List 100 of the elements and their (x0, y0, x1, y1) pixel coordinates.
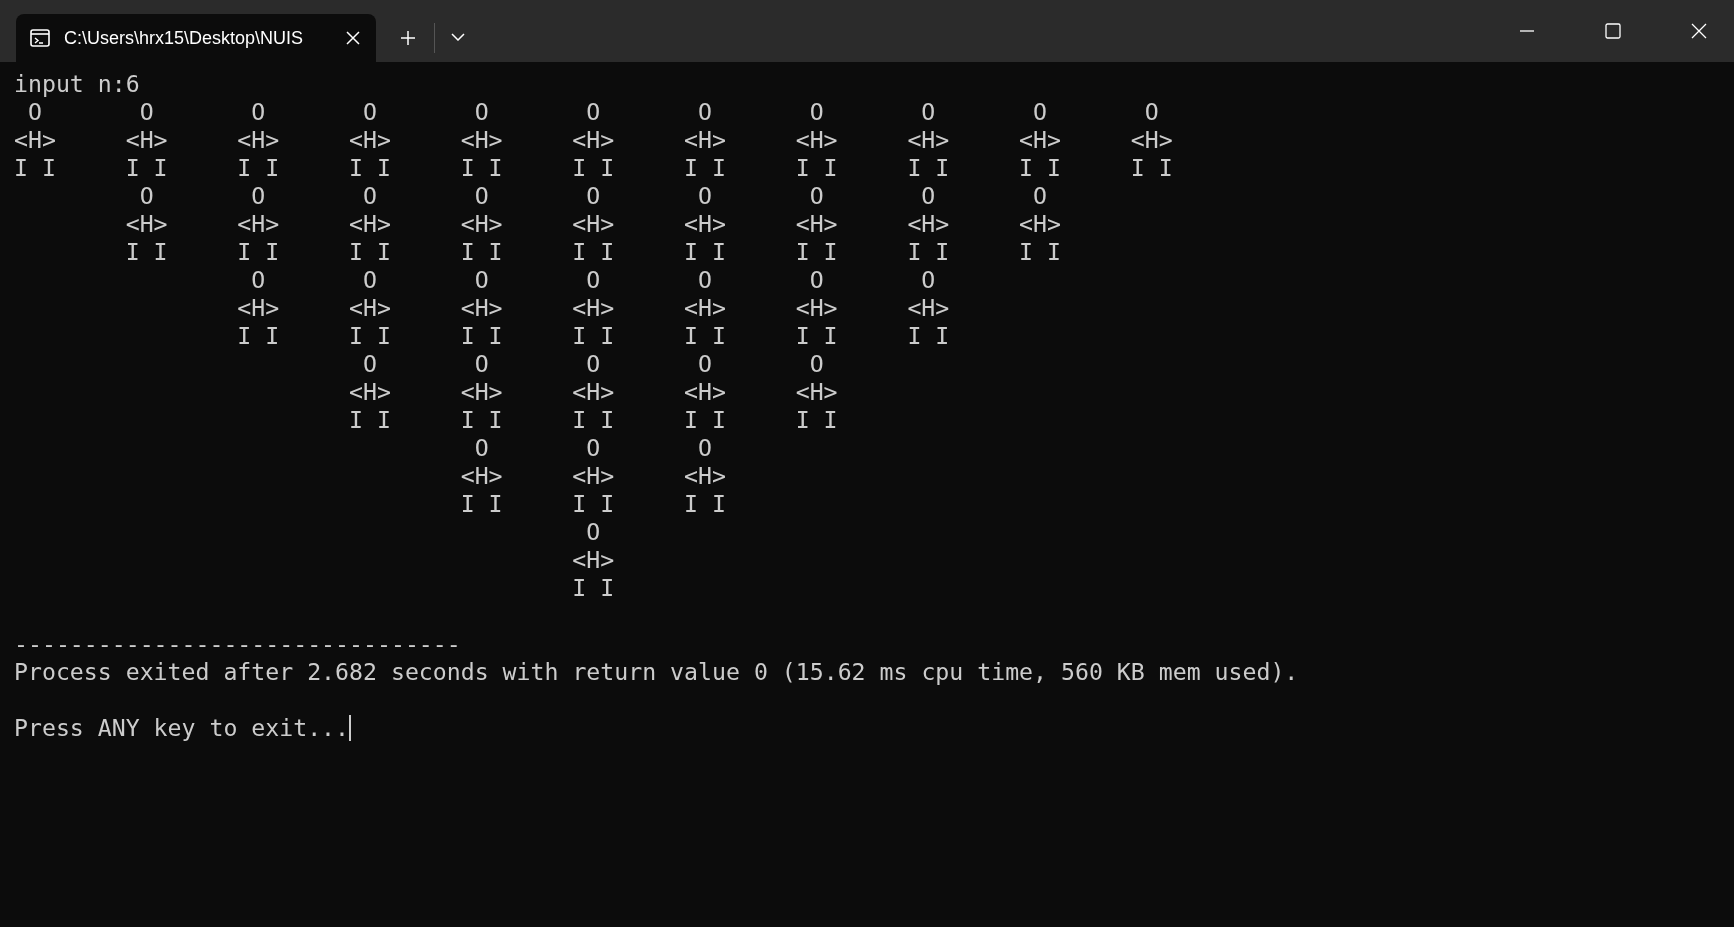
ascii-art-text: O (808, 266, 825, 294)
ascii-art-text: O (361, 98, 378, 126)
ascii-art-text: I I (14, 154, 56, 182)
ascii-art-text: I I (349, 406, 391, 434)
ascii-art-text: O (808, 182, 825, 210)
ascii-art-text: O (138, 98, 155, 126)
ascii-art-text: O (473, 266, 490, 294)
ascii-art-text: <H> (125, 210, 168, 238)
separator-line: -------------------------------- (14, 630, 461, 658)
ascii-art-text: I I (349, 238, 391, 266)
ascii-art-text: I I (684, 406, 726, 434)
ascii-art-text: <H> (349, 126, 391, 154)
ascii-art-text: <H> (237, 294, 280, 322)
console-text: input n:6 (14, 70, 140, 98)
ascii-art-text: <H> (684, 378, 726, 406)
dropdown-chevron-icon[interactable] (451, 33, 465, 41)
ascii-art-text: O (920, 266, 937, 294)
ascii-art-text: I I (684, 490, 726, 518)
ascii-art-text: I I (795, 406, 838, 434)
ascii-art-text: I I (572, 574, 615, 602)
ascii-art-text: I I (684, 154, 726, 182)
ascii-art-text: O (250, 98, 267, 126)
ascii-art-text: <H> (795, 126, 838, 154)
maximize-icon[interactable] (1605, 23, 1621, 39)
ascii-art-text: I I (460, 490, 503, 518)
ascii-art-text: I I (795, 322, 838, 350)
ascii-art-text: <H> (907, 294, 950, 322)
ascii-art-text: O (808, 98, 825, 126)
ascii-art-text: <H> (572, 294, 615, 322)
ascii-art-text: O (250, 266, 267, 294)
console-text: Process exited after 2.682 seconds with return value 0 (15.62 ms cpu time, 560 KB mem used). (14, 658, 1299, 686)
ascii-art-text: <H> (460, 462, 503, 490)
ascii-art-text: <H> (460, 294, 503, 322)
ascii-art-text: I I (684, 238, 726, 266)
terminal-icon (30, 29, 50, 47)
ascii-art-text: <H> (572, 546, 615, 574)
ascii-art-text: O (585, 350, 602, 378)
ascii-art-text: O (473, 350, 490, 378)
ascii-art-text: O (1032, 182, 1048, 210)
ascii-art-text: O (585, 182, 602, 210)
ascii-art-text: O (26, 98, 43, 126)
ascii-art-text: I I (460, 154, 503, 182)
ascii-art-text: <H> (237, 126, 280, 154)
close-tab-icon[interactable] (346, 31, 360, 45)
ascii-art-text: I I (907, 154, 950, 182)
ascii-art-text: I I (684, 322, 726, 350)
ascii-art-text: I I (572, 406, 615, 434)
ascii-art-text: O (138, 182, 155, 210)
ascii-art-text: <H> (684, 126, 726, 154)
ascii-art-text: <H> (795, 378, 838, 406)
ascii-art-text: O (920, 182, 937, 210)
close-icon[interactable] (1691, 23, 1707, 39)
ascii-art-text: <H> (349, 294, 391, 322)
ascii-art-text: <H> (1019, 126, 1061, 154)
ascii-art-text: O (473, 182, 490, 210)
ascii-art-text: O (585, 266, 602, 294)
ascii-art-text: <H> (237, 210, 280, 238)
ascii-art-text: I I (795, 238, 838, 266)
ascii-art-text: O (920, 98, 937, 126)
ascii-art-text: I I (907, 238, 950, 266)
ascii-art-text: I I (349, 322, 391, 350)
ascii-art-text: <H> (795, 210, 838, 238)
ascii-art-text: <H> (684, 294, 726, 322)
ascii-art-text: <H> (572, 378, 615, 406)
ascii-art-text: I I (1130, 154, 1173, 182)
ascii-art-text: I I (460, 406, 503, 434)
ascii-art-text: <H> (684, 210, 726, 238)
ascii-art-text: I I (125, 238, 168, 266)
ascii-art-text: <H> (125, 126, 168, 154)
new-tab-icon[interactable] (400, 30, 416, 46)
ascii-art-text: <H> (460, 126, 503, 154)
ascii-art-text: O (473, 434, 490, 462)
ascii-art-text: O (697, 266, 713, 294)
terminal-tab[interactable]: C:\Users\hrx15\Desktop\NUIS (16, 14, 376, 62)
ascii-art-text: O (697, 350, 713, 378)
text-cursor (349, 715, 352, 741)
ascii-art-text: O (361, 266, 378, 294)
ascii-art-text: <H> (907, 210, 950, 238)
ascii-art-text: O (361, 350, 378, 378)
ascii-art-text: I I (349, 154, 391, 182)
ascii-art-text: <H> (1130, 126, 1173, 154)
ascii-art-text: I I (460, 238, 503, 266)
ascii-art-text: <H> (349, 378, 391, 406)
ascii-art-text: I I (907, 322, 950, 350)
ascii-art-text: O (250, 182, 267, 210)
ascii-art-text: <H> (14, 126, 56, 154)
ascii-art-text: O (585, 434, 602, 462)
ascii-art-text: <H> (1019, 210, 1061, 238)
ascii-art-text: I I (237, 322, 280, 350)
ascii-art-text: O (585, 518, 602, 546)
ascii-art-text: I I (572, 154, 615, 182)
ascii-art-text: <H> (460, 378, 503, 406)
ascii-art-text: <H> (572, 126, 615, 154)
ascii-art-text: <H> (684, 462, 726, 490)
ascii-art-text: O (808, 350, 825, 378)
ascii-art-text: I I (572, 322, 615, 350)
ascii-art-text: I I (572, 238, 615, 266)
ascii-art-text: <H> (907, 126, 950, 154)
ascii-art-text: O (697, 98, 713, 126)
ascii-art-text: I I (1019, 154, 1061, 182)
